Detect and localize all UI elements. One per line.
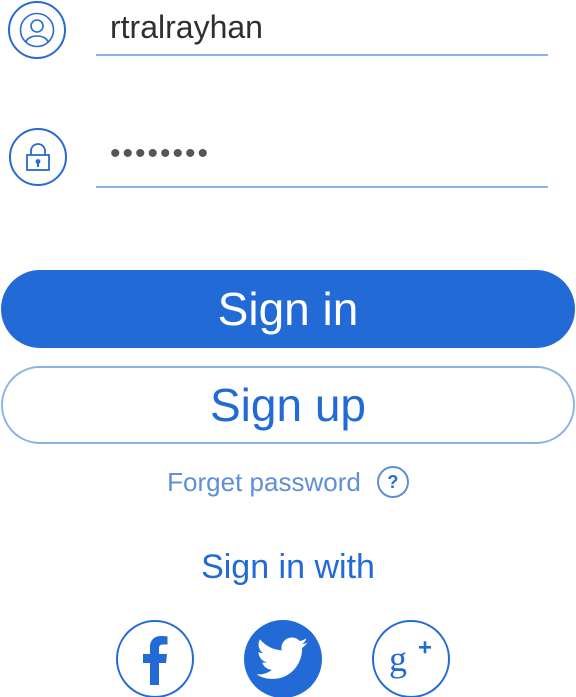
username-input[interactable] — [96, 4, 548, 50]
password-input[interactable] — [96, 128, 548, 180]
twitter-button[interactable] — [244, 620, 322, 697]
google-plus-button[interactable]: g — [372, 620, 450, 697]
sign-in-button[interactable]: Sign in — [1, 270, 575, 348]
facebook-button[interactable] — [116, 620, 194, 697]
help-icon[interactable]: ? — [376, 466, 409, 498]
forget-password-row: Forget password ? — [0, 466, 576, 498]
facebook-icon — [143, 636, 168, 685]
twitter-icon — [257, 637, 308, 679]
svg-text:g: g — [389, 639, 407, 679]
login-screen: Sign in Sign up Forget password ? Sign i… — [0, 0, 576, 697]
sign-in-with-label: Sign in with — [201, 548, 375, 586]
forget-password-link[interactable]: Forget password — [167, 467, 361, 498]
lock-icon — [9, 128, 67, 186]
user-icon — [8, 1, 66, 59]
username-field[interactable] — [96, 4, 548, 56]
sign-up-button[interactable]: Sign up — [1, 366, 575, 444]
google-plus-icon: g — [389, 639, 431, 679]
password-field[interactable] — [96, 128, 548, 188]
